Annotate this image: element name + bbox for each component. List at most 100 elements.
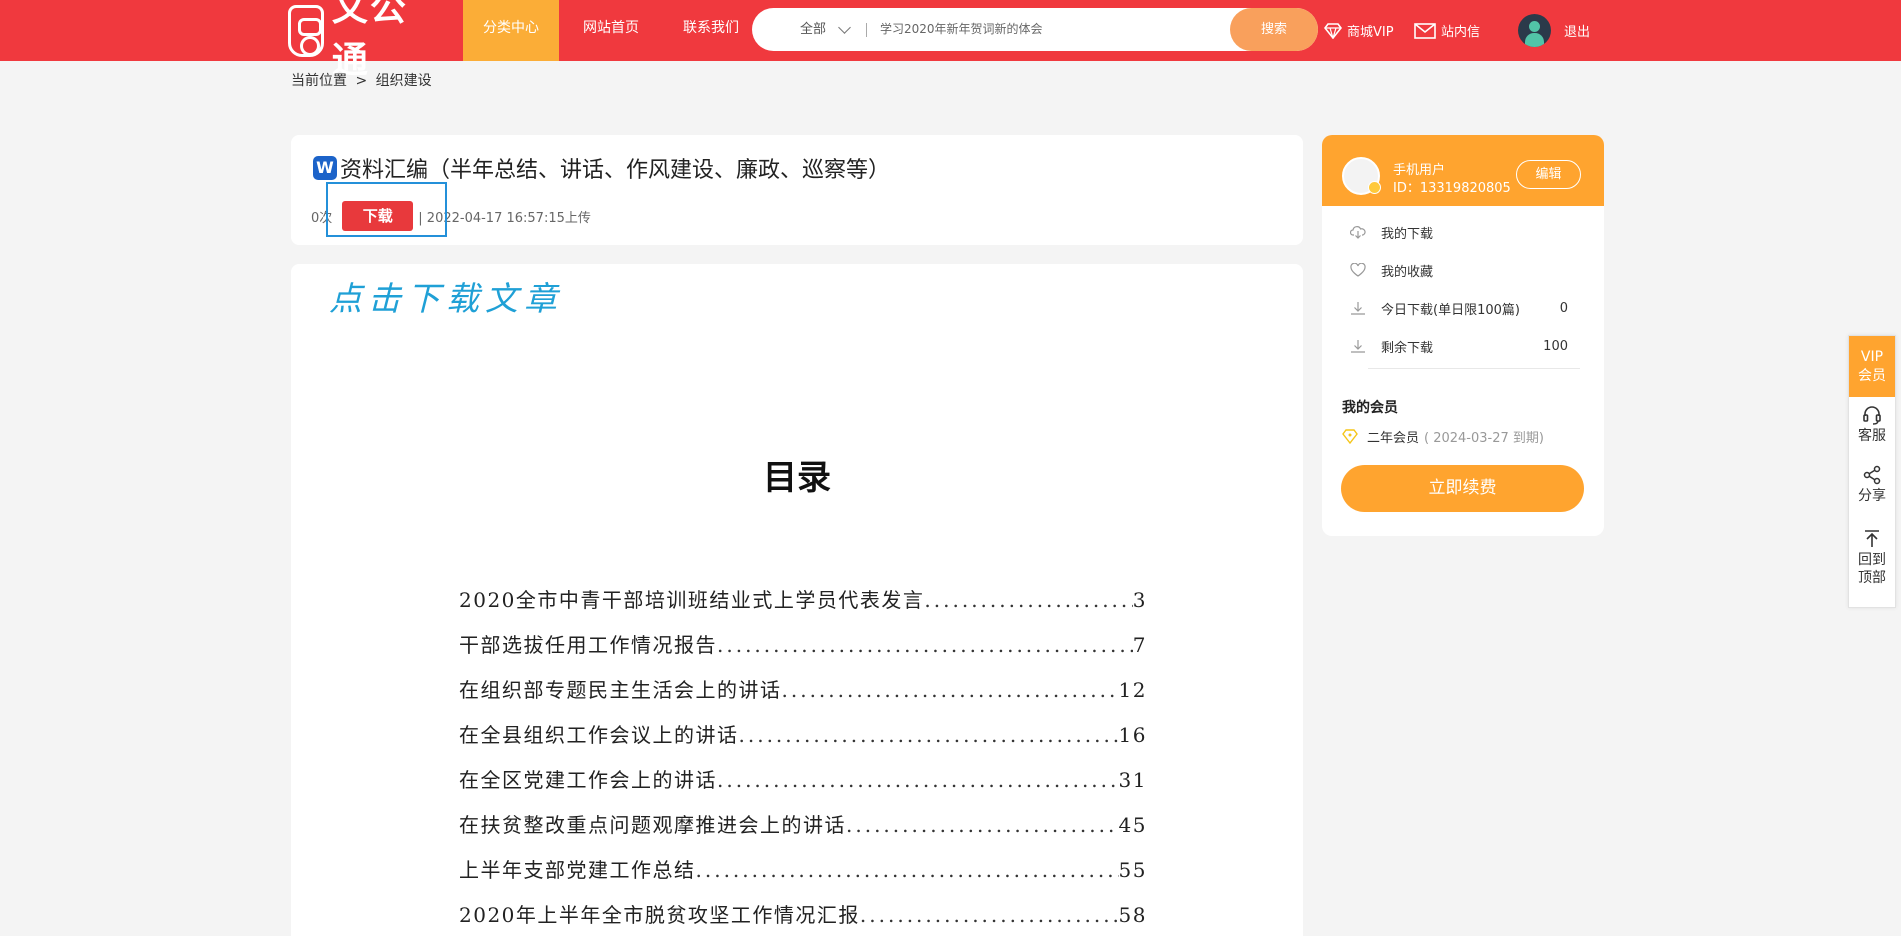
breadcrumb-current[interactable]: 组织建设 (376, 73, 432, 89)
toc-row: 在全区党建工作会上的讲话 31 (459, 764, 1147, 809)
today-downloads-value: 0 (1559, 300, 1568, 316)
heart-icon (1350, 263, 1366, 277)
download-icon (1351, 302, 1365, 315)
mail-link-label: 站内信 (1441, 25, 1481, 40)
toc-row: 在扶贫整改重点问题观摩推进会上的讲话 45 (459, 809, 1147, 854)
renew-button[interactable]: 立即续费 (1341, 465, 1584, 512)
toc-leader (717, 768, 1119, 792)
remaining-downloads-value: 100 (1543, 338, 1568, 354)
share-icon (1863, 465, 1881, 485)
toc-leader (924, 588, 1132, 612)
toc-row: 干部选拔任用工作情况报告 7 (459, 629, 1147, 674)
toc-leader (717, 633, 1133, 657)
click-download-hint[interactable]: 点击下载文章 (329, 272, 563, 320)
avatar[interactable] (1518, 14, 1551, 47)
search-button[interactable]: 搜索 (1230, 8, 1318, 51)
mail-link[interactable]: 站内信 (1414, 0, 1480, 61)
toc-entry-title: 在扶贫整改重点问题观摩推进会上的讲话 (459, 813, 846, 837)
arrow-up-icon (1865, 530, 1879, 547)
toc-entry-title: 2020年上半年全市脱贫攻坚工作情况汇报 (459, 903, 860, 927)
user-menu: 我的下载 我的收藏 今日下载(单日限100篇) 0 剩余下载 100 (1350, 213, 1576, 365)
document-title-text: 资料汇编（半年总结、讲话、作风建设、廉政、巡察等） (340, 158, 891, 183)
toc-row: 在组织部专题民主生活会上的讲话 12 (459, 674, 1147, 719)
toc-row: 2020年上半年全市脱贫攻坚工作情况汇报 58 (459, 899, 1147, 936)
menu-remaining-downloads: 剩余下载 100 (1350, 327, 1576, 365)
breadcrumb: 当前位置 > 组织建设 (291, 70, 436, 90)
sidebar-share-label: 分享 (1858, 488, 1886, 504)
user-avatar[interactable] (1342, 157, 1381, 195)
cloud-download-icon (1350, 226, 1366, 239)
vip-link-label: 商城VIP (1347, 25, 1394, 40)
toc-entry-page: 31 (1118, 768, 1147, 792)
document-title: W 资料汇编（半年总结、讲话、作风建设、廉政、巡察等） (313, 152, 890, 184)
menu-my-favorites-label: 我的收藏 (1381, 264, 1434, 280)
menu-my-downloads-label: 我的下载 (1381, 226, 1434, 242)
membership-expiry: ( 2024-03-27 到期) (1424, 431, 1544, 446)
search-bar: 全部 搜索 (752, 8, 1318, 51)
sidebar-vip-line2: 会员 (1858, 368, 1886, 384)
word-doc-icon: W (313, 156, 337, 180)
toc-entry-title: 在全区党建工作会上的讲话 (459, 768, 717, 792)
toc-entry-page: 55 (1118, 858, 1147, 882)
sidebar-service[interactable]: 客服 (1849, 397, 1895, 457)
toc-leader (739, 723, 1119, 747)
breadcrumb-separator: > (355, 73, 368, 89)
sidebar-vip-line1: VIP (1860, 349, 1884, 365)
download-highlight-box (326, 182, 447, 237)
logo-mark-icon (288, 5, 324, 57)
toc-entry-page: 16 (1118, 723, 1147, 747)
search-input[interactable] (880, 14, 1230, 44)
site-logo[interactable]: 文公通 (288, 0, 438, 81)
nav-category-center[interactable]: 分类中心 (463, 0, 559, 61)
table-of-contents: 2020全市中青干部培训班结业式上学员代表发言 3 干部选拔任用工作情况报告 7 在… (459, 584, 1147, 936)
toc-row: 上半年支部党建工作总结 55 (459, 854, 1147, 899)
diamond-icon (1324, 22, 1342, 39)
sidebar-service-label: 客服 (1858, 428, 1886, 444)
toc-leader (860, 903, 1119, 927)
user-id: ID：13319820805 (1393, 181, 1511, 196)
logout-link[interactable]: 退出 (1564, 0, 1590, 61)
toc-row: 在全县组织工作会议上的讲话 16 (459, 719, 1147, 764)
toc-entry-page: 12 (1118, 678, 1147, 702)
nav-contact[interactable]: 联系我们 (663, 0, 759, 61)
user-header: 手机用户 ID：13319820805 编辑 (1322, 135, 1604, 206)
toc-entry-title: 在全县组织工作会议上的讲话 (459, 723, 739, 747)
menu-today-downloads: 今日下载(单日限100篇) 0 (1350, 289, 1576, 327)
edit-profile-button[interactable]: 编辑 (1516, 160, 1581, 189)
membership-title: 我的会员 (1342, 400, 1398, 416)
document-preview: 点击下载文章 目录 2020全市中青干部培训班结业式上学员代表发言 3 干部选拔任… (291, 264, 1303, 936)
toc-entry-page: 58 (1118, 903, 1147, 927)
toc-entry-title: 干部选拔任用工作情况报告 (459, 633, 717, 657)
mail-icon (1414, 22, 1436, 39)
membership-info: 二年会员 ( 2024-03-27 到期) (1342, 427, 1544, 446)
membership-type: 二年会员 (1367, 431, 1420, 446)
toc-leader (696, 858, 1119, 882)
sidebar-back-to-top[interactable]: 回到 顶部 (1849, 521, 1895, 587)
toc-entry-title: 上半年支部党建工作总结 (459, 858, 696, 882)
menu-my-downloads[interactable]: 我的下载 (1350, 213, 1576, 251)
headset-icon (1863, 406, 1881, 425)
menu-divider (1368, 368, 1580, 369)
search-divider (866, 23, 867, 37)
sidebar-top-line2: 顶部 (1858, 570, 1886, 586)
toc-row: 2020全市中青干部培训班结业式上学员代表发言 3 (459, 584, 1147, 629)
diamond-badge-icon (1342, 429, 1358, 444)
sidebar-vip[interactable]: VIP 会员 (1849, 336, 1895, 397)
user-panel: 手机用户 ID：13319820805 编辑 我的下载 我的收藏 今日下载(单日… (1322, 135, 1604, 536)
download-icon (1351, 340, 1365, 353)
search-category-select[interactable]: 全部 (800, 8, 826, 51)
toc-entry-title: 2020全市中青干部培训班结业式上学员代表发言 (459, 588, 925, 612)
toc-entry-title: 在组织部专题民主生活会上的讲话 (459, 678, 782, 702)
floating-sidebar: VIP 会员 客服 分享 回到 顶部 (1848, 335, 1896, 608)
sidebar-share[interactable]: 分享 (1849, 457, 1895, 521)
remaining-downloads-label: 剩余下载 (1381, 340, 1434, 356)
vip-link[interactable]: 商城VIP (1324, 0, 1394, 61)
main-nav: 分类中心 网站首页 联系我们 (463, 0, 759, 61)
chevron-down-icon[interactable] (838, 21, 851, 34)
nav-home[interactable]: 网站首页 (563, 0, 659, 61)
toc-leader (846, 813, 1119, 837)
top-header: 文公通 分类中心 网站首页 联系我们 全部 搜索 商城VIP 站内信 退出 (0, 0, 1901, 81)
menu-my-favorites[interactable]: 我的收藏 (1350, 251, 1576, 289)
toc-entry-page: 3 (1132, 588, 1147, 612)
sidebar-top-line1: 回到 (1858, 552, 1886, 568)
